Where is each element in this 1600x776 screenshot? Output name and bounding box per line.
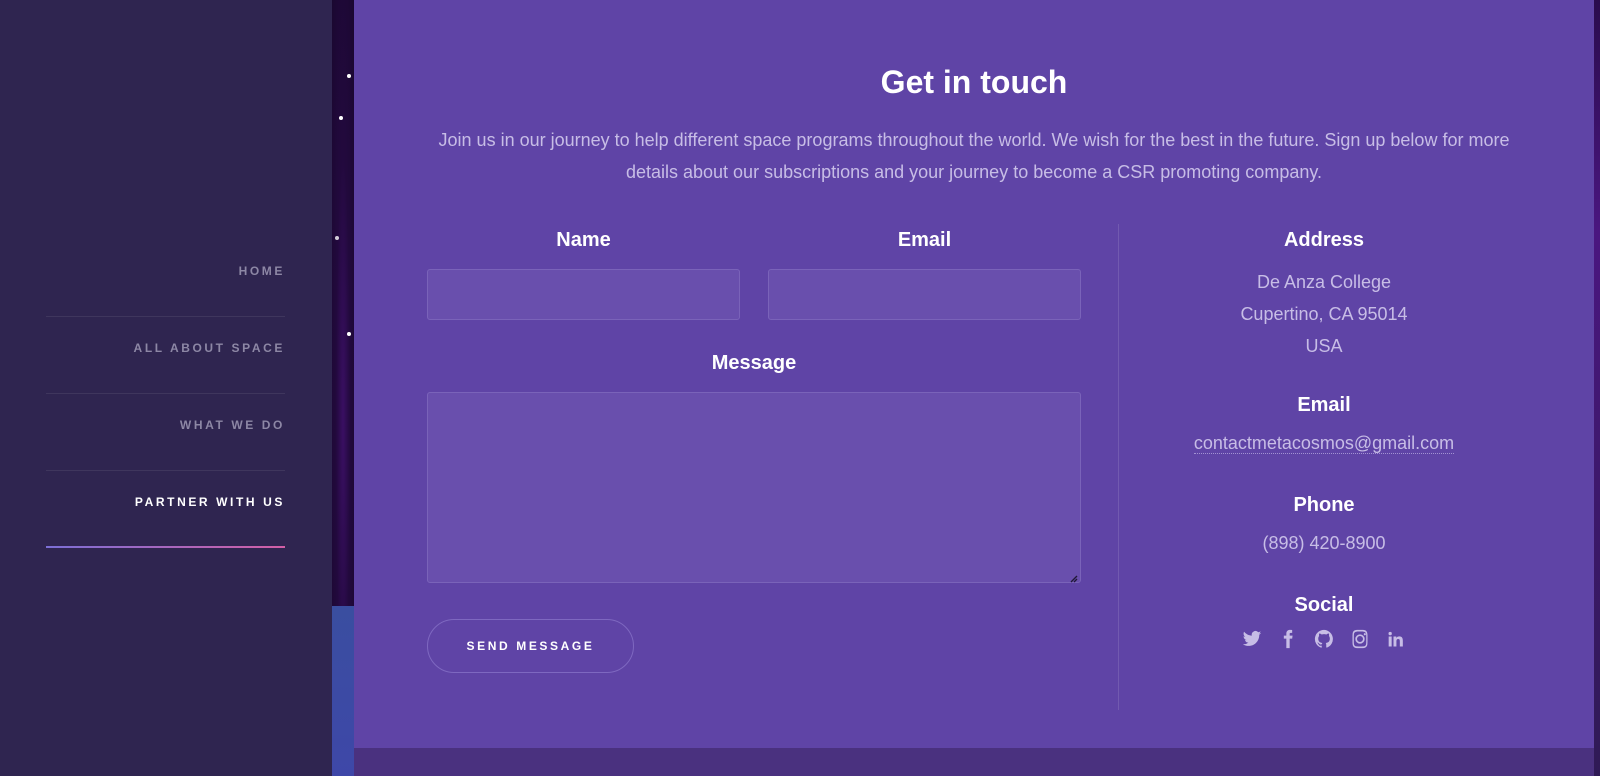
nav-item-label: HOME (238, 264, 285, 278)
space-background (332, 0, 354, 606)
star (335, 236, 339, 240)
address-line: De Anza College (1256, 272, 1392, 292)
resize-handle-icon[interactable] (1068, 570, 1078, 583)
address-block: Address De Anza College Cupertino, CA 95… (1164, 229, 1484, 362)
address-line: USA (1305, 336, 1343, 356)
message-field[interactable] (427, 392, 1081, 583)
name-label: Name (556, 229, 611, 251)
message-input[interactable] (428, 393, 1080, 582)
column-divider (1118, 224, 1119, 710)
email-field[interactable] (768, 269, 1081, 320)
nav-item-home[interactable]: HOME (46, 240, 285, 317)
main-nav: HOME ALL ABOUT SPACE WHAT WE DO PARTNER … (46, 240, 285, 548)
intro-text: Join us in our journey to help different… (438, 130, 1510, 182)
instagram-icon[interactable] (1350, 629, 1370, 649)
panel-footer (354, 748, 1594, 776)
page-title: Get in touch (880, 64, 1068, 100)
sidebar: HOME ALL ABOUT SPACE WHAT WE DO PARTNER … (0, 0, 332, 776)
name-input[interactable] (428, 270, 739, 319)
star (347, 332, 351, 336)
nav-item-what-we-do[interactable]: WHAT WE DO (46, 394, 285, 471)
nav-item-partner-with-us[interactable]: PARTNER WITH US (46, 471, 285, 548)
space-background-lower (332, 606, 354, 776)
space-background-edge (1594, 0, 1600, 776)
address-line: Cupertino, CA 95014 (1240, 304, 1408, 324)
address-title: Address (1283, 229, 1365, 251)
facebook-icon[interactable] (1278, 629, 1298, 649)
social-links (1164, 629, 1484, 649)
phone-title: Phone (1293, 494, 1355, 516)
nav-item-label: PARTNER WITH US (134, 495, 285, 509)
social-block: Social (1164, 594, 1484, 649)
nav-item-all-about-space[interactable]: ALL ABOUT SPACE (46, 317, 285, 394)
contact-panel: Get in touch Join us in our journey to h… (354, 0, 1594, 748)
social-title: Social (1294, 594, 1354, 616)
name-field[interactable] (427, 269, 740, 320)
github-icon[interactable] (1314, 629, 1334, 649)
email-title: Email (1297, 394, 1351, 416)
email-label: Email (897, 229, 952, 251)
email-block: Email contactmetacosmos@gmail.com (1164, 394, 1484, 454)
message-label: Message (711, 352, 797, 374)
phone-block: Phone (898) 420-8900 (1164, 494, 1484, 559)
email-link[interactable]: contactmetacosmos@gmail.com (1193, 433, 1455, 454)
phone-number: (898) 420-8900 (1262, 533, 1386, 553)
linkedin-icon[interactable] (1386, 629, 1406, 649)
star (347, 74, 351, 78)
nav-item-label: ALL ABOUT SPACE (133, 341, 285, 355)
send-message-button[interactable]: SEND MESSAGE (427, 619, 634, 673)
email-input[interactable] (769, 270, 1080, 319)
star (339, 116, 343, 120)
twitter-icon[interactable] (1242, 629, 1262, 649)
nav-item-label: WHAT WE DO (179, 418, 285, 432)
